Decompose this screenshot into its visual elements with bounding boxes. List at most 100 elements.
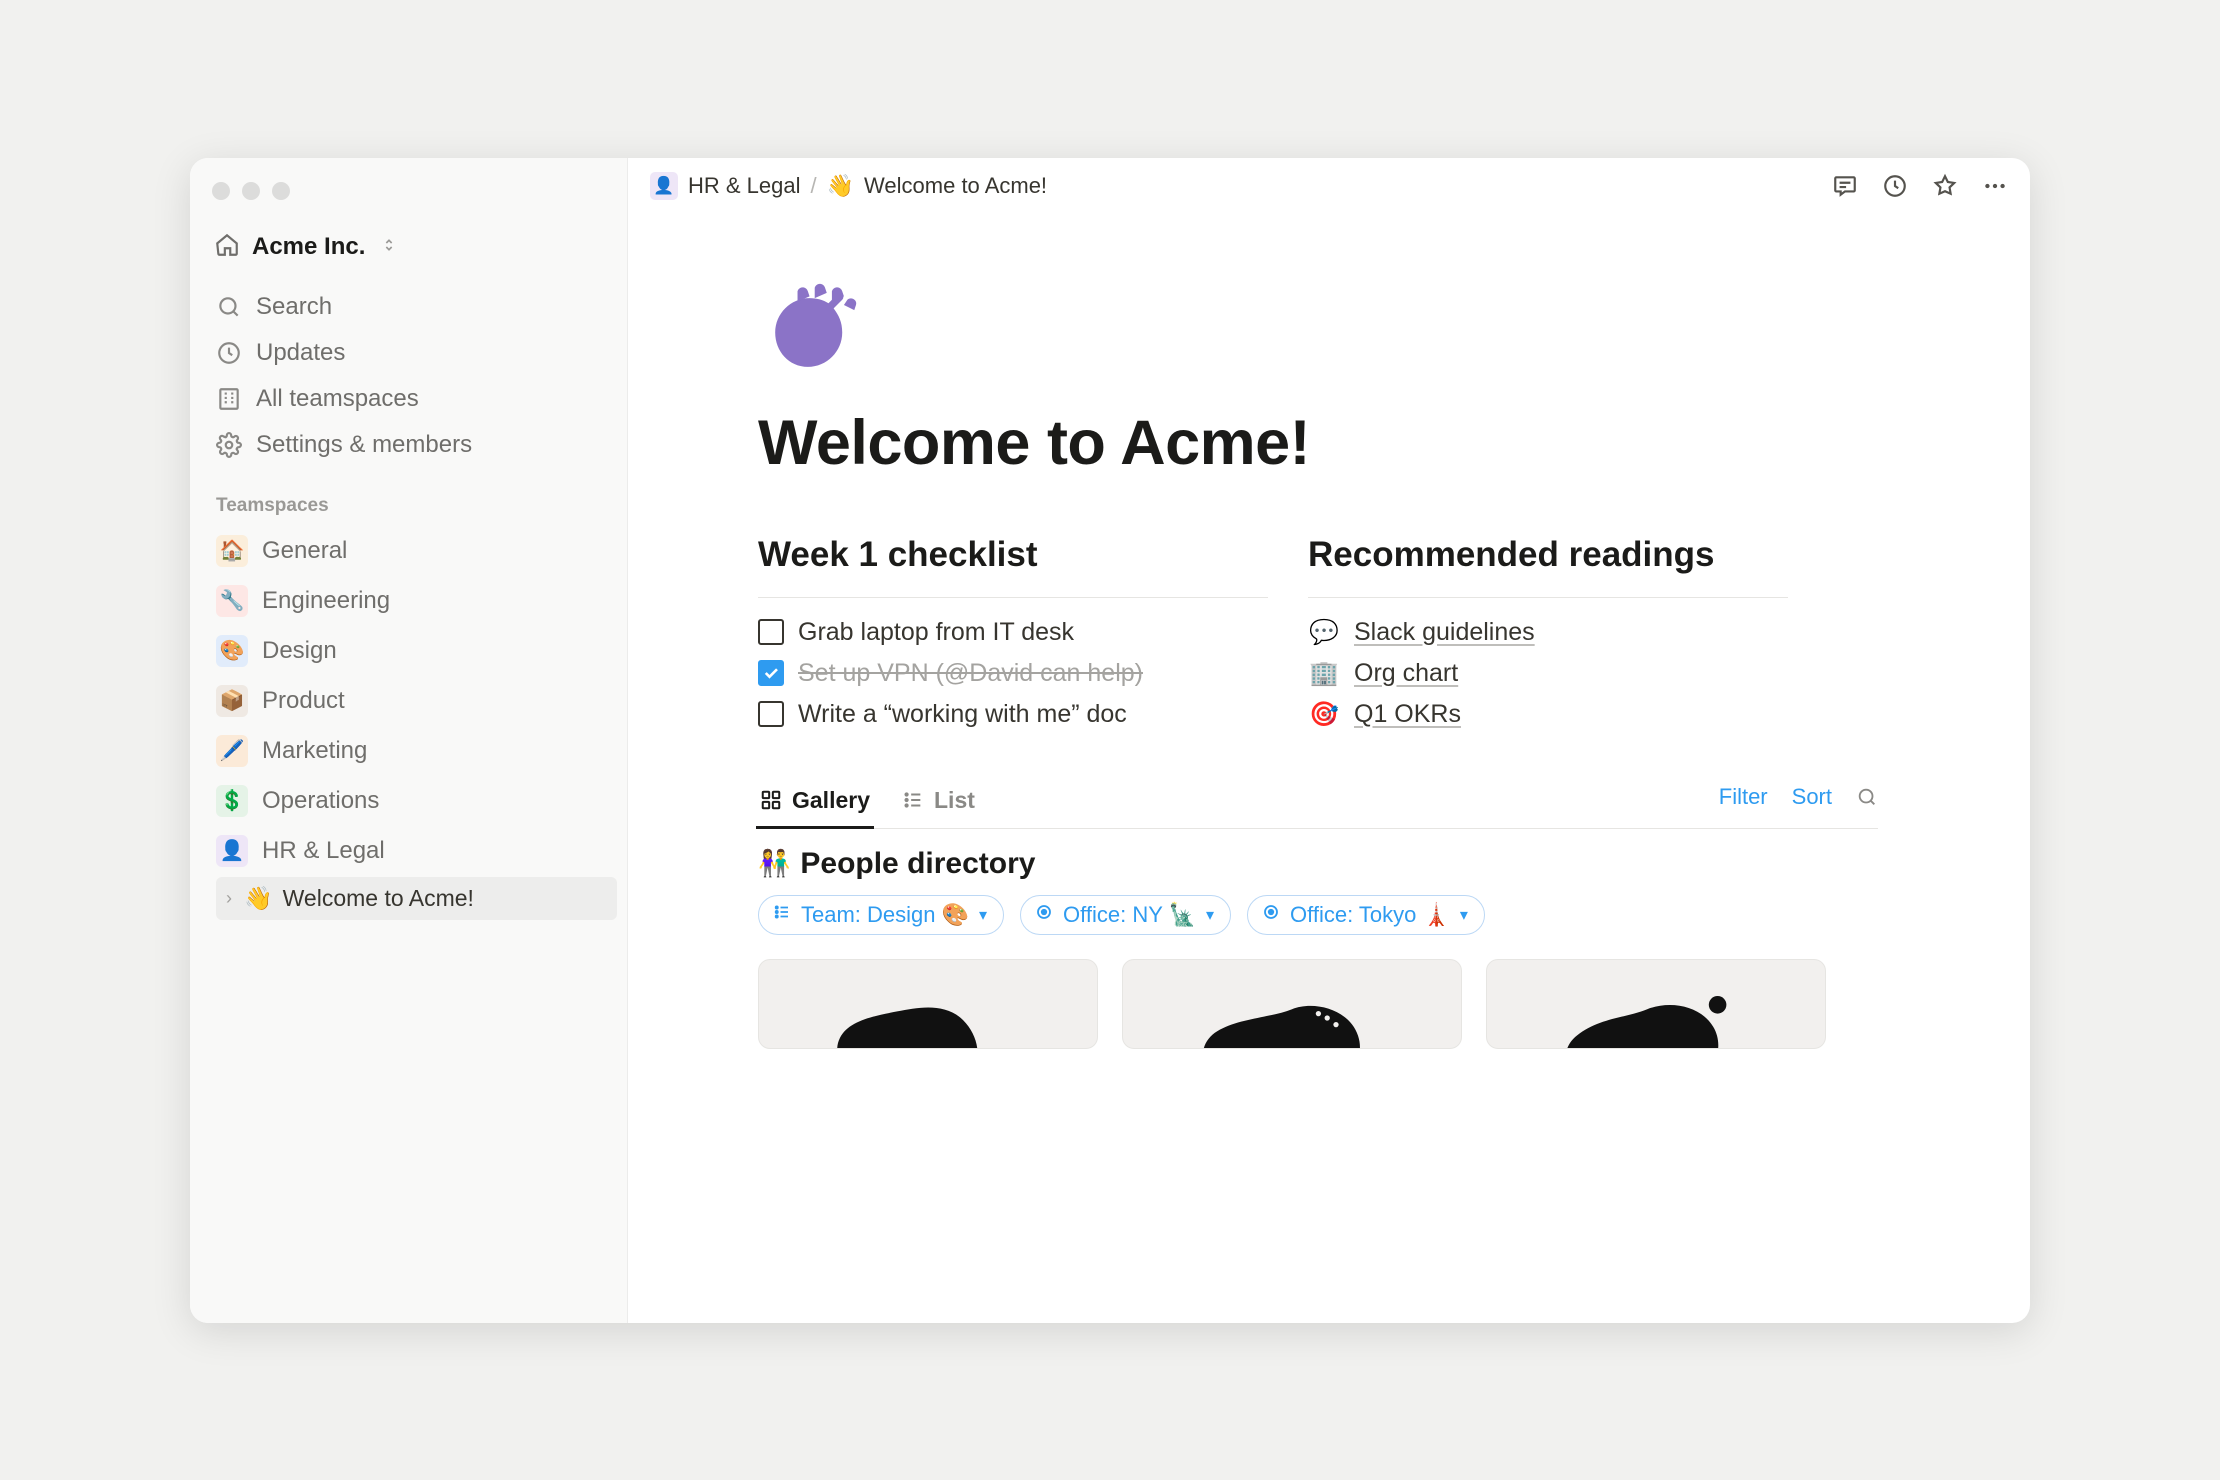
zoom-dot[interactable] xyxy=(272,182,290,200)
teamspace-label: HR & Legal xyxy=(262,837,385,865)
nav-label: Search xyxy=(256,293,332,321)
reading-item[interactable]: 💬 Slack guidelines xyxy=(1308,612,1788,653)
view-tab-label: Gallery xyxy=(792,787,870,814)
sidebar: Acme Inc. Search Updates All teamspaces … xyxy=(190,158,628,1323)
reading-item[interactable]: 🏢 Org chart xyxy=(1308,653,1788,694)
gallery-card[interactable] xyxy=(1122,959,1462,1049)
page-title[interactable]: Welcome to Acme! xyxy=(758,407,2030,479)
comments-icon[interactable] xyxy=(1832,173,1858,199)
sort-button[interactable]: Sort xyxy=(1792,784,1832,810)
teamspace-icon: 👤 xyxy=(216,835,248,867)
checklist-label[interactable]: Write a “working with me” doc xyxy=(798,700,1127,729)
teamspace-icon: 🎨 xyxy=(216,635,248,667)
teamspace-label: Operations xyxy=(262,787,379,815)
sidebar-item-hr-legal[interactable]: 👤 HR & Legal xyxy=(208,827,617,875)
gallery-card[interactable] xyxy=(758,959,1098,1049)
divider xyxy=(1308,597,1788,598)
sidebar-item-general[interactable]: 🏠 General xyxy=(208,527,617,575)
chevron-down-icon: ▾ xyxy=(1206,905,1214,925)
reading-label: Slack guidelines xyxy=(1354,618,1535,647)
target-icon xyxy=(1035,903,1053,926)
search-icon[interactable] xyxy=(1856,786,1878,808)
view-actions: Filter Sort xyxy=(1719,784,1878,820)
breadcrumb: 👤 HR & Legal / 👋 Welcome to Acme! xyxy=(650,172,1047,200)
nav-settings[interactable]: Settings & members xyxy=(208,423,617,467)
reading-emoji-icon: 🎯 xyxy=(1308,700,1340,729)
teamspace-label: Design xyxy=(262,637,337,665)
divider xyxy=(758,597,1268,598)
sidebar-item-design[interactable]: 🎨 Design xyxy=(208,627,617,675)
checkbox[interactable] xyxy=(758,660,784,686)
view-tab-gallery[interactable]: Gallery xyxy=(758,777,872,828)
teamspaces-list: 🏠 General 🔧 Engineering 🎨 Design 📦 Produ… xyxy=(208,527,617,920)
sidebar-nav: Search Updates All teamspaces Settings &… xyxy=(208,285,617,467)
reading-item[interactable]: 🎯 Q1 OKRs xyxy=(1308,694,1788,735)
favorite-star-icon[interactable] xyxy=(1932,173,1958,199)
filter-button[interactable]: Filter xyxy=(1719,784,1768,810)
home-icon xyxy=(214,232,240,263)
topbar-actions xyxy=(1832,173,2008,199)
teamspace-icon: 💲 xyxy=(216,785,248,817)
updates-icon[interactable] xyxy=(1882,173,1908,199)
workspace-switcher[interactable]: Acme Inc. xyxy=(208,228,617,267)
checklist-label[interactable]: Grab laptop from IT desk xyxy=(798,618,1074,647)
minimize-dot[interactable] xyxy=(242,182,260,200)
chevron-right-icon: › xyxy=(226,888,232,909)
sidebar-subpage-welcome[interactable]: › 👋 Welcome to Acme! xyxy=(216,877,617,920)
sidebar-item-operations[interactable]: 💲 Operations xyxy=(208,777,617,825)
gallery-cards xyxy=(758,959,1878,1049)
reading-emoji-icon: 💬 xyxy=(1308,618,1340,647)
nav-label: Updates xyxy=(256,339,345,367)
breadcrumb-separator: / xyxy=(811,173,817,199)
sidebar-item-product[interactable]: 📦 Product xyxy=(208,677,617,725)
readings-heading: Recommended readings xyxy=(1308,535,1788,575)
chip-label: Team: Design 🎨 xyxy=(801,902,969,928)
checkbox[interactable] xyxy=(758,701,784,727)
teamspace-icon: 🔧 xyxy=(216,585,248,617)
filter-chip-team[interactable]: Team: Design 🎨 ▾ xyxy=(758,895,1004,935)
page-emoji-icon: 👋 xyxy=(244,885,273,912)
filter-chips: Team: Design 🎨 ▾ Office: NY 🗽 ▾ xyxy=(758,895,1878,935)
page-content: Welcome to Acme! Week 1 checklist Grab l… xyxy=(628,214,2030,1323)
main-area: 👤 HR & Legal / 👋 Welcome to Acme! xyxy=(628,158,2030,1323)
checklist-item: Set up VPN (@David can help) xyxy=(758,653,1268,694)
breadcrumb-page-icon: 👋 xyxy=(827,173,854,199)
sidebar-item-marketing[interactable]: 🖊️ Marketing xyxy=(208,727,617,775)
database-title-row[interactable]: 👫 People directory xyxy=(758,829,1878,895)
chevron-down-icon: ▾ xyxy=(979,905,987,925)
chip-label: Office: Tokyo 🗼 xyxy=(1290,902,1450,928)
nav-search[interactable]: Search xyxy=(208,285,617,329)
teamspace-icon: 🖊️ xyxy=(216,735,248,767)
chip-label: Office: NY 🗽 xyxy=(1063,902,1196,928)
page-hero-icon[interactable] xyxy=(758,274,2030,399)
topbar: 👤 HR & Legal / 👋 Welcome to Acme! xyxy=(628,158,2030,214)
more-menu-icon[interactable] xyxy=(1982,173,2008,199)
window-controls xyxy=(208,176,617,228)
workspace-name: Acme Inc. xyxy=(252,233,365,261)
view-tab-list[interactable]: List xyxy=(900,777,977,828)
subpage-label: Welcome to Acme! xyxy=(283,885,474,912)
filter-chip-office-tokyo[interactable]: Office: Tokyo 🗼 ▾ xyxy=(1247,895,1485,935)
filter-chip-office-ny[interactable]: Office: NY 🗽 ▾ xyxy=(1020,895,1231,935)
checklist-item: Grab laptop from IT desk xyxy=(758,612,1268,653)
teamspace-icon: 📦 xyxy=(216,685,248,717)
teamspace-label: General xyxy=(262,537,347,565)
view-tab-label: List xyxy=(934,787,975,814)
chevron-updown-icon xyxy=(381,237,397,258)
breadcrumb-parent[interactable]: HR & Legal xyxy=(688,173,801,199)
close-dot[interactable] xyxy=(212,182,230,200)
content-columns: Week 1 checklist Grab laptop from IT des… xyxy=(758,535,2030,735)
gallery-card[interactable] xyxy=(1486,959,1826,1049)
sidebar-item-engineering[interactable]: 🔧 Engineering xyxy=(208,577,617,625)
database-title: People directory xyxy=(800,847,1035,881)
breadcrumb-page[interactable]: Welcome to Acme! xyxy=(864,173,1047,199)
checklist-item: Write a “working with me” doc xyxy=(758,694,1268,735)
checklist-label[interactable]: Set up VPN (@David can help) xyxy=(798,659,1143,688)
nav-label: Settings & members xyxy=(256,431,472,459)
reading-label: Q1 OKRs xyxy=(1354,700,1461,729)
nav-updates[interactable]: Updates xyxy=(208,331,617,375)
nav-all-teamspaces[interactable]: All teamspaces xyxy=(208,377,617,421)
teamspace-label: Engineering xyxy=(262,587,390,615)
teamspace-label: Marketing xyxy=(262,737,367,765)
checkbox[interactable] xyxy=(758,619,784,645)
